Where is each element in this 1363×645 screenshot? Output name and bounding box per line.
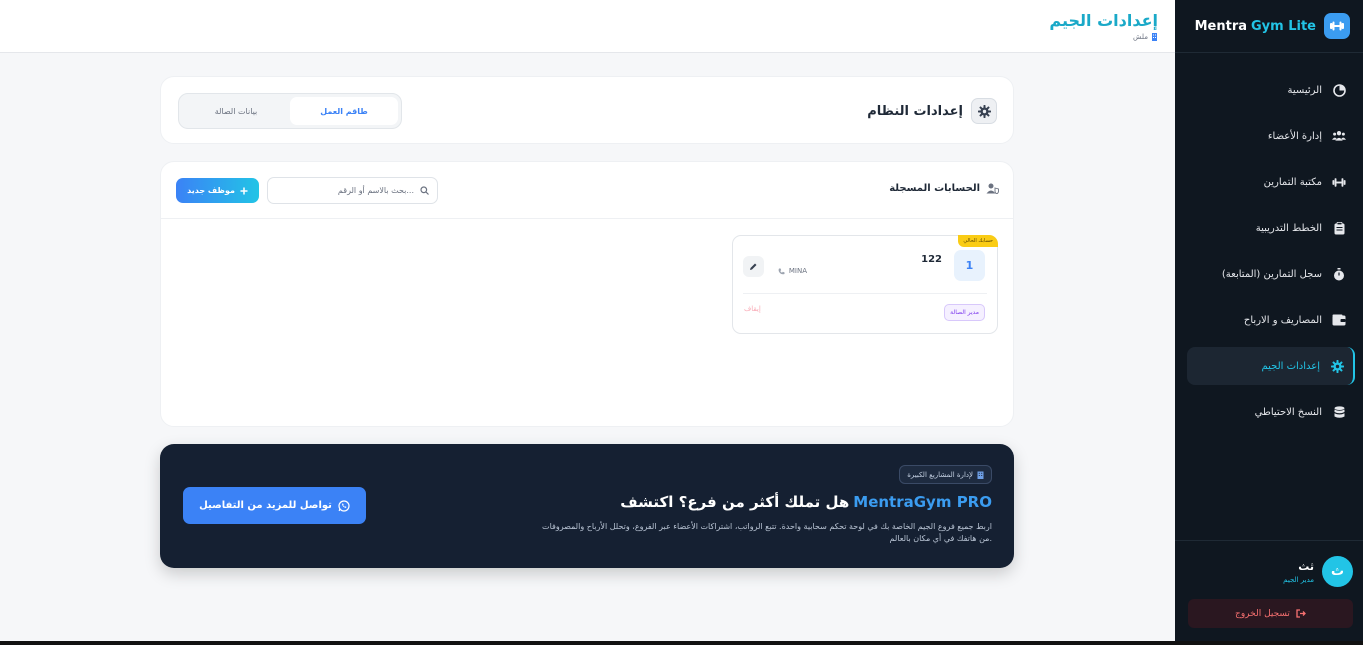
sidebar-item-backup[interactable]: النسخ الاحتياطي [1175,389,1363,435]
building-icon [1151,32,1158,41]
divider [743,293,987,294]
plus-icon [240,187,248,195]
promo-title: هل تملك أكثر من فرع؟ اكتشف MentraGym PRO [620,493,992,511]
current-account-badge: حسابك الحالي [958,235,998,247]
avatar: ث [1322,556,1353,587]
database-icon [1332,405,1346,419]
user-info: ثث مدير الجيم [1283,560,1314,584]
dumbbell-logo-icon [1324,13,1350,39]
accounts-title: الحسابات المسجلة [889,183,980,194]
sidebar-item-exercises[interactable]: مكتبة التمارين [1175,159,1363,205]
sidebar-nav: الرئيسية إدارة الأعضاء مكتبة التمارين ال… [1175,67,1363,435]
taskbar-strip [0,641,1363,645]
user-role: مدير الجيم [1283,575,1314,584]
settings-title: إعدادات النظام [867,103,963,119]
add-employee-label: موظف جديد [187,186,235,195]
gear-icon [1330,359,1344,373]
sidebar-item-plans[interactable]: الخطط التدريبية [1175,205,1363,251]
contact-button-label: تواصل للمزيد من التفاصيل [199,500,332,511]
edit-button[interactable] [743,256,764,277]
search-input[interactable]: بحث بالاسم أو الرقم... [267,177,438,204]
brand-name: Mentra Gym Lite [1195,19,1316,34]
sidebar-item-label: النسخ الاحتياطي [1254,406,1322,418]
logout-button[interactable]: تسجيل الخروج [1188,599,1353,628]
chart-icon [1332,83,1346,97]
page-subtitle: ملش [1133,32,1158,41]
promo-title-text: هل تملك أكثر من فرع؟ اكتشف [620,493,850,511]
settings-heading: إعدادات النظام [867,98,997,124]
promo-title-highlight: MentraGym PRO [853,493,992,511]
building-icon [977,471,984,479]
pro-promo-banner: لإدارة المشاريع الكبيرة هل تملك أكثر من … [160,444,1014,568]
phone-icon [778,268,785,275]
sidebar-footer: ثث مدير الجيم ث تسجيل الخروج [1175,540,1363,641]
search-icon [420,186,429,195]
account-name: 122 [921,254,942,265]
page-title: إعدادات الجيم [1049,11,1158,30]
logout-icon [1296,609,1306,618]
system-settings-card: إعدادات النظام بيانات الصالة طاقم العمل [160,76,1014,144]
pencil-icon [749,262,758,271]
sidebar-item-finance[interactable]: المصاريف و الارباح [1175,297,1363,343]
sidebar-item-label: الخطط التدريبية [1255,222,1322,234]
gym-name: ملش [1133,32,1148,41]
sidebar-item-label: إدارة الأعضاء [1267,130,1322,142]
role-badge: مدير الصالة [944,304,985,321]
dumbbell-icon [1332,175,1346,189]
sidebar-item-label: المصاريف و الارباح [1243,314,1322,326]
users-icon [1332,129,1346,143]
user-name: ثث [1298,559,1314,573]
sidebar-item-label: مكتبة التمارين [1263,176,1322,188]
account-number: 1 [954,250,985,281]
promo-description: اربط جميع فروع الجيم الخاصة بك في لوحة ت… [542,522,992,543]
contact-button[interactable]: تواصل للمزيد من التفاصيل [183,487,366,524]
brand: Mentra Gym Lite [1175,0,1363,53]
account-phone: MINA [778,267,807,275]
sidebar-item-members[interactable]: إدارة الأعضاء [1175,113,1363,159]
sidebar-item-label: الرئيسية [1287,84,1322,96]
promo-tag: لإدارة المشاريع الكبيرة [899,465,992,484]
stopwatch-icon [1332,267,1346,281]
settings-tabs: بيانات الصالة طاقم العمل [178,93,402,129]
clipboard-icon [1332,221,1346,235]
logout-label: تسجيل الخروج [1235,608,1290,619]
tab-staff[interactable]: طاقم العمل [290,97,398,125]
accounts-header: الحسابات المسجلة بحث بالاسم أو الرقم... … [161,162,1013,219]
wallet-icon [1332,313,1346,327]
search-placeholder: بحث بالاسم أو الرقم... [337,186,414,195]
user-shield-icon [986,183,999,194]
sidebar-item-log[interactable]: سجل التمارين (المتابعة) [1175,251,1363,297]
accounts-card: الحسابات المسجلة بحث بالاسم أو الرقم... … [160,161,1014,427]
top-bar: إعدادات الجيم ملش [0,0,1175,53]
sidebar-item-gym-settings[interactable]: إعدادات الجيم [1187,347,1355,385]
brand-name-part1: Mentra [1194,18,1247,34]
account-item: حسابك الحالي 1 122 MINA مدير الصالة إيقا… [732,235,998,334]
brand-name-part2: Gym Lite [1251,18,1316,34]
gear-icon [971,98,997,124]
whatsapp-icon [338,499,350,512]
sidebar-item-home[interactable]: الرئيسية [1175,67,1363,113]
sidebar-item-label: سجل التمارين (المتابعة) [1221,268,1322,280]
sidebar: Mentra Gym Lite الرئيسية إدارة الأعضاء مك… [1175,0,1363,641]
account-phone-value: MINA [788,267,807,275]
tab-gym-data[interactable]: بيانات الصالة [182,97,290,125]
accounts-heading: الحسابات المسجلة [889,183,999,194]
suspend-button[interactable]: إيقاف [744,305,761,313]
promo-tag-label: لإدارة المشاريع الكبيرة [907,470,973,479]
sidebar-item-label: إعدادات الجيم [1261,360,1320,372]
user-profile: ثث مدير الجيم ث [1283,556,1353,587]
add-employee-button[interactable]: موظف جديد [176,178,259,203]
